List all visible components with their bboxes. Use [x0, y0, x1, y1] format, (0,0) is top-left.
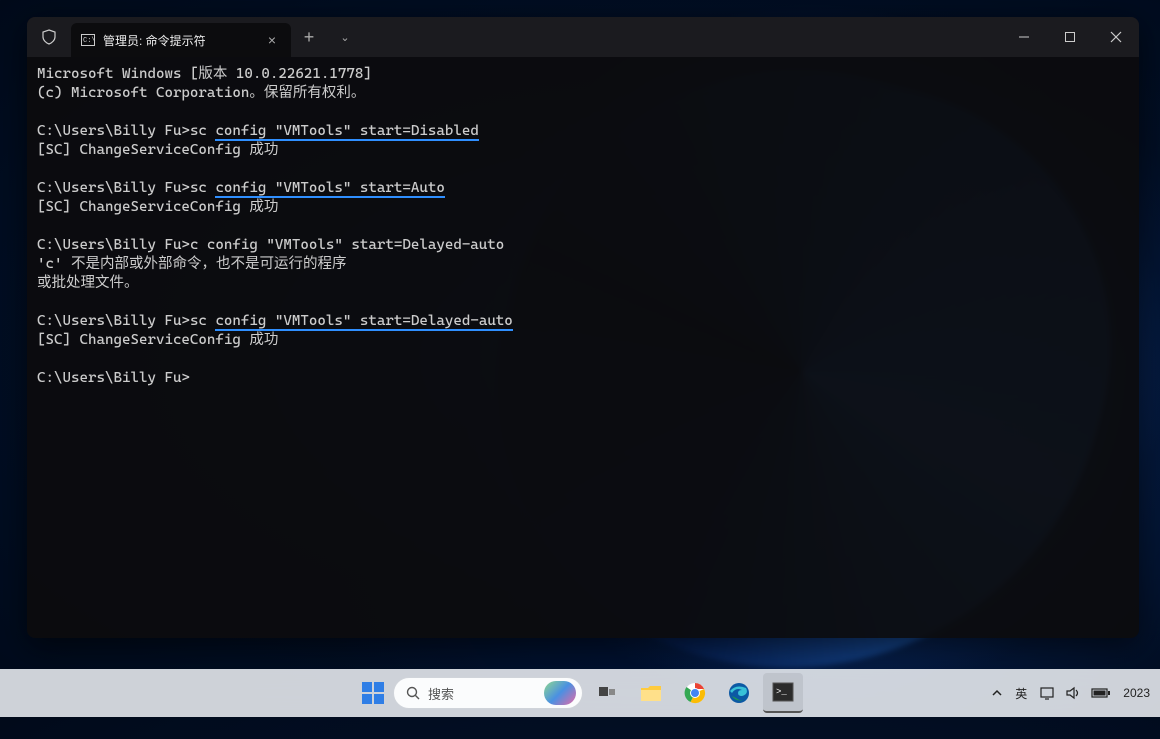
- prompt: C:\Users\Billy Fu>: [37, 313, 190, 329]
- maximize-button[interactable]: [1047, 17, 1093, 57]
- terminal-tab[interactable]: C:\ 管理员: 命令提示符 ×: [71, 23, 291, 57]
- terminal-taskbar-button[interactable]: >_: [763, 673, 803, 713]
- start-button[interactable]: [357, 677, 389, 709]
- search-icon: [406, 686, 420, 700]
- tab-dropdown-button[interactable]: ⌄: [327, 17, 363, 57]
- minimize-button[interactable]: [1001, 17, 1047, 57]
- cmd-text: c config "VMTools" start=Delayed-auto: [190, 237, 504, 253]
- battery-icon: [1091, 687, 1111, 699]
- tab-title: 管理员: 命令提示符: [103, 32, 255, 49]
- volume-icon: [1065, 686, 1081, 700]
- prompt: C:\Users\Billy Fu>: [37, 370, 190, 386]
- taskbar-search[interactable]: 搜索: [393, 677, 583, 709]
- edge-button[interactable]: [719, 673, 759, 713]
- svg-text:C:\: C:\: [83, 37, 95, 45]
- network-icon: [1039, 686, 1055, 700]
- titlebar: C:\ 管理员: 命令提示符 × + ⌄: [27, 17, 1139, 57]
- search-placeholder: 搜索: [428, 684, 536, 703]
- prompt: C:\Users\Billy Fu>: [37, 180, 190, 196]
- svg-text:>_: >_: [776, 687, 787, 697]
- result-line: [SC] ChangeServiceConfig 成功: [37, 199, 278, 215]
- ime-indicator[interactable]: 英: [1015, 685, 1027, 702]
- date-label[interactable]: 2023: [1123, 686, 1150, 700]
- close-icon[interactable]: ×: [263, 31, 281, 49]
- close-window-button[interactable]: [1093, 17, 1139, 57]
- cmd-text: sc: [190, 313, 216, 329]
- taskbar-center: 搜索 >_: [357, 673, 803, 713]
- explorer-button[interactable]: [631, 673, 671, 713]
- result-line: [SC] ChangeServiceConfig 成功: [37, 332, 278, 348]
- search-visual-icon[interactable]: [544, 681, 576, 705]
- cmd-text: sc: [190, 180, 216, 196]
- error-line: 'c' 不是内部或外部命令，也不是可运行的程序: [37, 256, 346, 272]
- cmd-text: sc: [190, 123, 216, 139]
- terminal-output[interactable]: Microsoft Windows [版本 10.0.22621.1778] (…: [27, 57, 1139, 638]
- tray-overflow-icon[interactable]: [991, 687, 1003, 699]
- cmd-highlight: config "VMTools" start=Delayed-auto: [215, 313, 512, 331]
- taskbar-tray: 英 2023: [991, 685, 1150, 702]
- prompt: C:\Users\Billy Fu>: [37, 123, 190, 139]
- cmd-icon: C:\: [81, 34, 95, 46]
- terminal-window: C:\ 管理员: 命令提示符 × + ⌄ Microsoft Windows […: [27, 17, 1139, 638]
- result-line: [SC] ChangeServiceConfig 成功: [37, 142, 278, 158]
- taskview-button[interactable]: [587, 673, 627, 713]
- taskbar: 搜索 >_ 英 2023: [0, 669, 1160, 717]
- prompt: C:\Users\Billy Fu>: [37, 237, 190, 253]
- shield-icon: [27, 17, 71, 57]
- banner-line: (c) Microsoft Corporation。保留所有权利。: [37, 85, 365, 101]
- error-line: 或批处理文件。: [37, 275, 139, 291]
- new-tab-button[interactable]: +: [291, 17, 327, 57]
- banner-line: Microsoft Windows [版本 10.0.22621.1778]: [37, 66, 372, 82]
- system-tray[interactable]: [1039, 686, 1111, 700]
- cmd-highlight: config "VMTools" start=Disabled: [215, 123, 478, 141]
- cmd-highlight: config "VMTools" start=Auto: [215, 180, 444, 198]
- chrome-button[interactable]: [675, 673, 715, 713]
